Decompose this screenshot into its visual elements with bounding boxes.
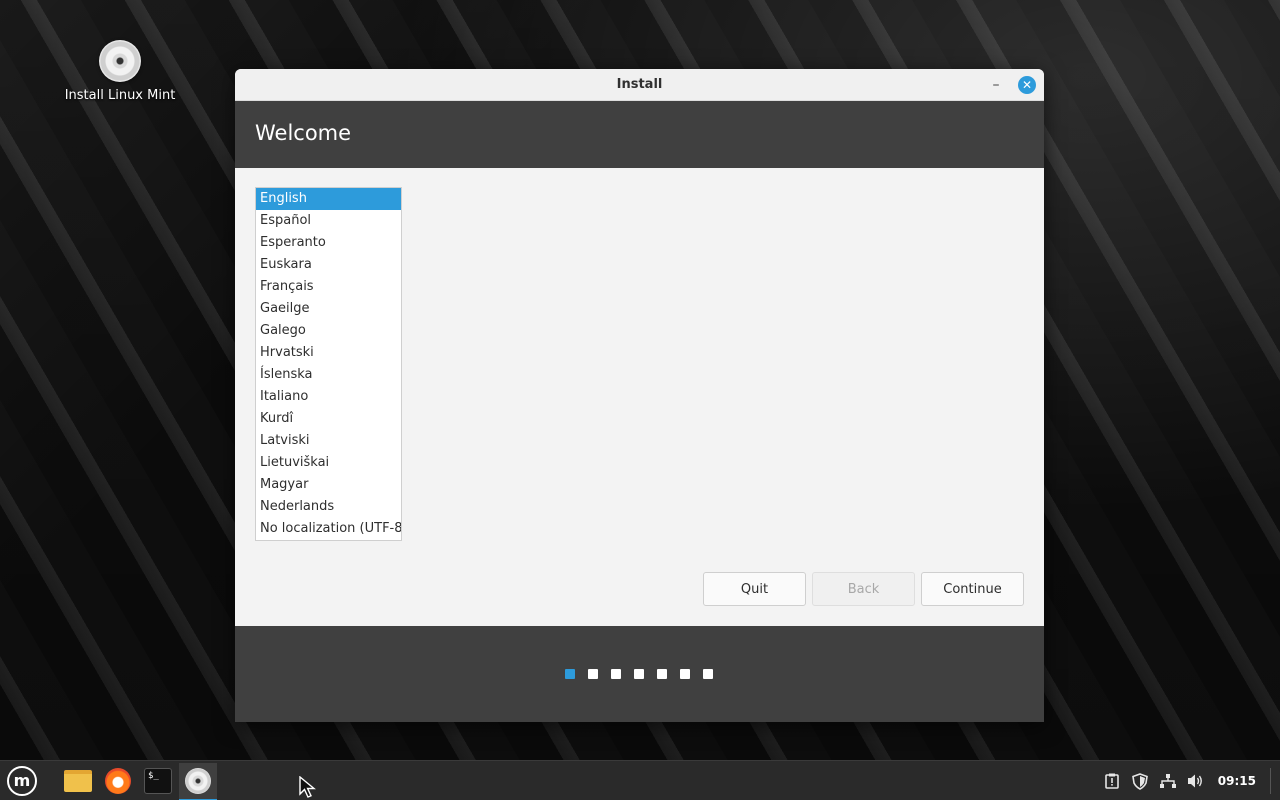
continue-button[interactable]: Continue (921, 572, 1024, 606)
clock[interactable]: 09:15 (1218, 774, 1256, 788)
language-option[interactable]: Lietuviškai (256, 452, 401, 474)
minimize-button[interactable]: – (986, 75, 1006, 95)
shield-icon[interactable] (1128, 769, 1152, 793)
desktop-icon-label: Install Linux Mint (64, 88, 176, 103)
files-launcher[interactable] (62, 765, 94, 797)
terminal-icon: $_ (144, 768, 172, 794)
taskbar: m $_ 09:15 (0, 760, 1280, 800)
content-area: English Español Esperanto Euskara Français Ga… (235, 168, 1044, 626)
clipboard-icon[interactable] (1100, 769, 1124, 793)
window-title: Install (616, 77, 663, 92)
language-option[interactable]: Hrvatski (256, 342, 401, 364)
folder-icon (64, 770, 92, 792)
step-dot (588, 669, 598, 679)
disc-icon (99, 40, 141, 82)
desktop-icon-install-linux-mint[interactable]: Install Linux Mint (60, 40, 180, 103)
step-dot (634, 669, 644, 679)
language-option[interactable]: Euskara (256, 254, 401, 276)
step-dot (565, 669, 575, 679)
firefox-icon (105, 768, 131, 794)
language-option[interactable]: Esperanto (256, 232, 401, 254)
language-option[interactable]: Latviski (256, 430, 401, 452)
menu-button[interactable]: m (6, 765, 38, 797)
language-option[interactable]: Español (256, 210, 401, 232)
language-option[interactable]: Kurdî (256, 408, 401, 430)
network-icon[interactable] (1156, 769, 1180, 793)
volume-icon[interactable] (1184, 769, 1208, 793)
installer-window: Install – ✕ Welcome English Español Espera… (235, 69, 1044, 722)
system-tray: 09:15 (1098, 761, 1280, 800)
titlebar[interactable]: Install – ✕ (235, 69, 1044, 101)
show-desktop-button[interactable] (1270, 768, 1276, 794)
step-dot (657, 669, 667, 679)
back-button[interactable]: Back (812, 572, 915, 606)
language-option[interactable]: English (256, 188, 401, 210)
language-option[interactable]: Íslenska (256, 364, 401, 386)
mint-menu-icon: m (7, 766, 37, 796)
step-indicator (565, 669, 713, 679)
step-dot (611, 669, 621, 679)
step-dot (703, 669, 713, 679)
language-list[interactable]: English Español Esperanto Euskara Français Ga… (255, 187, 402, 541)
language-option[interactable]: Gaeilge (256, 298, 401, 320)
terminal-launcher[interactable]: $_ (142, 765, 174, 797)
close-button[interactable]: ✕ (1018, 76, 1036, 94)
disc-icon (185, 768, 211, 794)
language-option[interactable]: Français (256, 276, 401, 298)
language-option[interactable]: No localization (UTF-8) (256, 518, 401, 540)
step-dot (680, 669, 690, 679)
quit-button[interactable]: Quit (703, 572, 806, 606)
language-option[interactable]: Nederlands (256, 496, 401, 518)
language-option[interactable]: Italiano (256, 386, 401, 408)
footer-band (235, 626, 1044, 722)
page-title: Welcome (255, 121, 352, 145)
header-band: Welcome (235, 101, 1044, 168)
language-option[interactable]: Magyar (256, 474, 401, 496)
firefox-launcher[interactable] (102, 765, 134, 797)
language-option[interactable]: Galego (256, 320, 401, 342)
installer-taskbar-button[interactable] (179, 763, 217, 800)
